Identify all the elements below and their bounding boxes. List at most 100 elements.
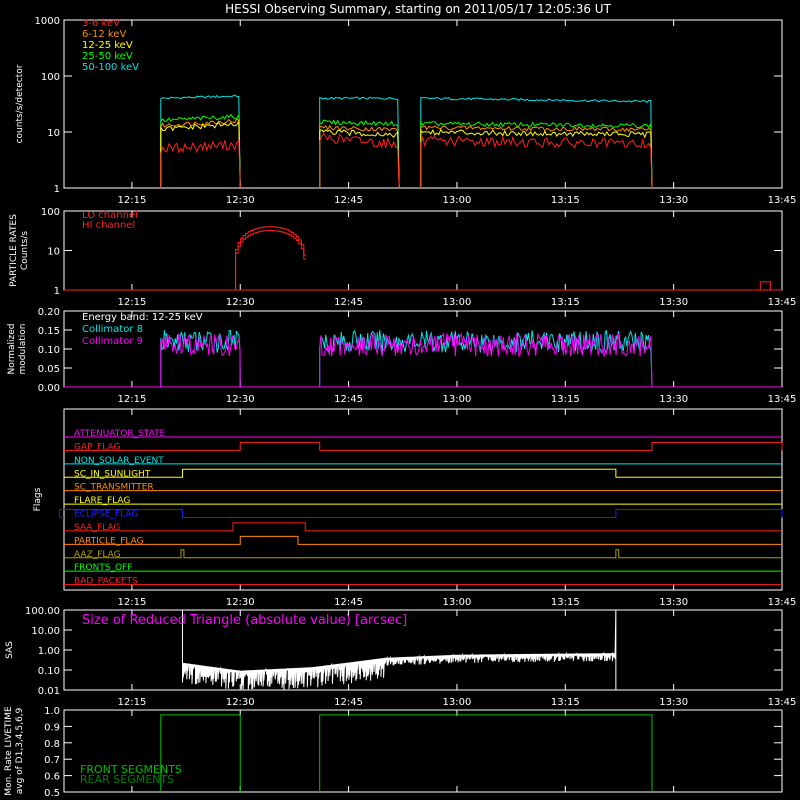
x-tick-label: 12:30 [226,697,255,708]
x-tick-label: 12:45 [334,697,363,708]
hessi-summary-chart: HESSI Observing Summary, starting on 201… [4,2,797,799]
x-tick-label: 13:30 [659,597,688,608]
x-tick-label: 13:30 [659,297,688,308]
y-tick-label: 10 [47,128,60,139]
x-tick-label: 12:15 [117,297,146,308]
x-tick-label: 13:15 [551,697,580,708]
y-tick-label: 0.5 [44,788,60,799]
chart-title: HESSI Observing Summary, starting on 201… [225,2,611,16]
y-axis-label-count-rates: counts/s/detector [15,64,25,143]
y-axis-label-flags: Flags [33,487,43,511]
y-axis-label-modulation: Normalized [7,323,17,374]
series-line-band-50-100 [160,94,653,189]
flag-line-sc-in-sunlight [64,468,782,478]
livetime-front-line [160,714,653,792]
x-tick-label: 13:30 [659,394,688,405]
legend-entry: HI channel [82,220,135,231]
x-tick-label: 13:30 [659,697,688,708]
sas-annotation: Size of Reduced Triangle (absolute value… [82,613,407,628]
flag-label: ATTENUATOR_STATE [74,429,166,439]
x-tick-label: 13:15 [551,195,580,206]
y-tick-label: 100.00 [25,606,60,617]
y-tick-label: 0.00 [38,383,60,394]
flag-label: SC_IN_SUNLIGHT [74,469,151,479]
y-axis-label-particle-rates: Counts/s [20,231,30,270]
y-tick-label: 10 [47,247,60,258]
y-axis-label-sas: SAS [5,641,15,659]
x-tick-label: 12:30 [226,394,255,405]
flag-label: GAP_FLAG [74,442,120,452]
legend-entry: 25-50 keV [82,51,133,62]
y-tick-label: 0.20 [38,307,60,318]
legend-entry: 6-12 keV [82,29,126,40]
y-tick-label: 1000 [35,16,60,27]
x-tick-label: 13:15 [551,597,580,608]
flag-label: ECLIPSE_FLAG [74,510,138,520]
series-line-band-3-6 [160,132,653,189]
flag-label: BAD_PACKETS [74,577,138,587]
x-tick-label: 12:15 [117,394,146,405]
x-tick-label: 13:00 [443,394,472,405]
y-tick-label: 0.01 [38,686,60,697]
flag-line-saa-flag [64,522,782,532]
x-tick-label: 12:45 [334,297,363,308]
legend-entry: Collimator 9 [82,336,143,347]
x-tick-label: 13:00 [443,195,472,206]
flag-line-particle-flag [64,535,782,545]
series-line-hi [233,230,307,291]
y-tick-label: 1 [54,184,60,195]
flag-label: FLARE_FLAG [74,496,130,506]
x-tick-label: 12:45 [334,195,363,206]
x-tick-label: 12:45 [334,394,363,405]
particle-blip [759,281,771,290]
flag-line-eclipse-flag [59,509,783,518]
y-tick-label: 1.0 [44,706,60,717]
x-tick-label: 12:15 [117,195,146,206]
y-axis-label-livetime: avg of D1,3,4,5,6,9 [15,707,25,794]
x-tick-label: 13:45 [768,297,797,308]
y-tick-label: 0.8 [44,739,60,750]
flag-label: SC_TRANSMITTER [74,483,154,493]
x-tick-label: 13:00 [443,597,472,608]
x-tick-label: 12:30 [226,597,255,608]
y-axis-label-livetime: Mon. Rate LIVETIME [4,706,14,796]
legend-entry: 3-6 keV [82,18,120,29]
y-axis-label-particle-rates: PARTICLE RATES [9,214,19,287]
legend-entry: Collimator 8 [82,324,143,335]
flag-line-aaz-flag [64,549,782,559]
x-tick-label: 13:45 [768,597,797,608]
flag-label: NON_SOLAR_EVENT [74,456,164,466]
y-tick-label: 0.6 [44,772,60,783]
x-tick-label: 13:45 [768,697,797,708]
y-tick-label: 0.15 [38,326,60,337]
series-line-lo [233,226,307,291]
x-tick-label: 13:00 [443,697,472,708]
x-tick-label: 12:15 [117,597,146,608]
y-tick-label: 0.7 [44,755,60,766]
x-tick-label: 13:15 [551,394,580,405]
y-tick-label: 0.10 [38,345,60,356]
plot-frame-particle-rates [63,210,783,291]
plot-frame-flags [63,408,783,591]
x-tick-label: 12:30 [226,297,255,308]
series-line-band-12-25 [160,119,653,189]
x-tick-label: 13:00 [443,297,472,308]
flag-label: AAZ_FLAG [74,550,121,560]
y-tick-label: 0.10 [38,666,60,677]
legend-entry: REAR SEGMENTS [80,773,174,786]
y-tick-label: 10.00 [31,626,60,637]
y-tick-label: 1 [54,286,60,297]
y-tick-label: 1.00 [38,646,60,657]
x-tick-label: 12:30 [226,195,255,206]
flag-label: SAA_FLAG [74,523,120,533]
x-tick-label: 12:15 [117,697,146,708]
y-tick-label: 100 [41,72,60,83]
x-tick-label: 13:45 [768,394,797,405]
y-tick-label: 0.05 [38,364,60,375]
plot-frame-count-rates [63,19,783,189]
legend-entry: 50-100 keV [82,62,139,73]
flag-label: FRONTS_OFF [74,563,132,573]
y-tick-label: 0.9 [44,722,60,733]
x-tick-label: 12:45 [334,597,363,608]
x-tick-label: 13:45 [768,195,797,206]
